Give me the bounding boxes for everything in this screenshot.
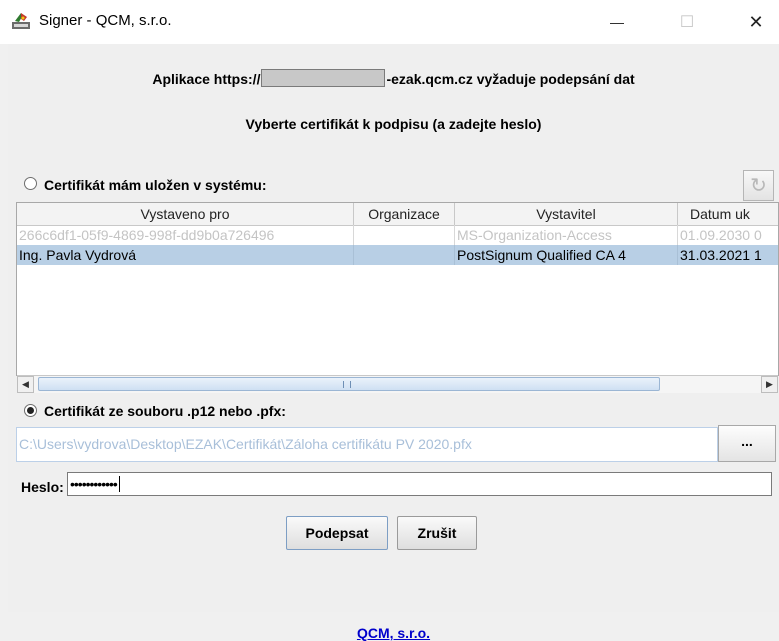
close-button[interactable]: ✕ <box>733 0 779 44</box>
instruction-text: Vyberte certifikát k podpisu (a zadejte … <box>245 116 542 132</box>
app-url-suffix: -ezak.qcm.cz vyžaduje podepsání dat <box>386 71 635 87</box>
cell-subject: Ing. Pavla Vydrová <box>17 245 354 265</box>
table-row[interactable]: 266c6df1-05f9-4869-998f-dd9b0a726496 MS-… <box>17 225 778 245</box>
file-cert-label: Certifikát ze souboru .p12 nebo .pfx: <box>44 403 286 419</box>
title-bar: Signer - QCM, s.r.o. — ☐ ✕ <box>0 0 779 44</box>
cell-subject: 266c6df1-05f9-4869-998f-dd9b0a726496 <box>17 225 354 245</box>
scrollbar-thumb[interactable] <box>38 377 660 391</box>
minimize-button[interactable]: — <box>594 0 640 44</box>
sign-button[interactable]: Podepsat <box>286 516 388 550</box>
cancel-button[interactable]: Zrušit <box>397 516 477 550</box>
redacted-hostname <box>261 69 386 87</box>
password-value: •••••••••••• <box>70 476 118 492</box>
scroll-right-button[interactable]: ▶ <box>761 376 778 393</box>
cell-organization <box>354 225 455 245</box>
file-cert-radio[interactable] <box>24 404 37 417</box>
footer: QCM, s.r.o. <box>8 625 779 641</box>
application-request-text: Aplikace https:// -ezak.qcm.cz vyžaduje p… <box>8 69 779 87</box>
system-cert-radio[interactable] <box>24 177 37 190</box>
cell-valid-date: 31.03.2021 1 <box>678 245 778 265</box>
cell-organization <box>354 245 455 265</box>
text-caret <box>118 476 120 492</box>
table-row-selected[interactable]: Ing. Pavla Vydrová PostSignum Qualified … <box>17 245 778 265</box>
refresh-button[interactable]: ↻ <box>743 170 774 201</box>
column-header-subject[interactable]: Vystaveno pro <box>17 203 354 225</box>
table-header: Vystaveno pro Organizace Vystavitel Datu… <box>17 203 778 226</box>
refresh-icon: ↻ <box>750 175 767 197</box>
cell-issuer: PostSignum Qualified CA 4 <box>455 245 678 265</box>
qcm-link[interactable]: QCM, s.r.o. <box>8 625 779 641</box>
column-header-issuer[interactable]: Vystavitel <box>455 203 678 225</box>
scroll-left-button[interactable]: ◀ <box>17 376 34 393</box>
column-header-valid-date[interactable]: Datum uk <box>678 203 778 225</box>
password-field[interactable]: •••••••••••• <box>67 472 772 496</box>
window-title: Signer - QCM, s.r.o. <box>39 12 172 29</box>
app-url-prefix: Aplikace https:// <box>152 71 261 87</box>
system-cert-label: Certifikát mám uložen v systému: <box>44 177 267 193</box>
browse-file-button[interactable]: ... <box>718 425 776 462</box>
column-header-organization[interactable]: Organizace <box>354 203 455 225</box>
close-icon: ✕ <box>748 11 764 32</box>
certificate-table[interactable]: Vystaveno pro Organizace Vystavitel Datu… <box>16 202 779 376</box>
cell-issuer: MS-Organization-Access <box>455 225 678 245</box>
scrollbar-grip-icon <box>343 381 351 388</box>
signer-app-icon <box>12 13 30 29</box>
signer-dialog: Aplikace https:// -ezak.qcm.cz vyžaduje p… <box>8 44 779 641</box>
scroll-left-icon: ◀ <box>22 379 29 389</box>
table-horizontal-scrollbar[interactable]: ◀ ▶ <box>17 375 778 393</box>
minimize-icon: — <box>610 14 624 30</box>
password-label: Heslo: <box>21 479 64 495</box>
cell-valid-date: 01.09.2030 0 <box>678 225 778 245</box>
maximize-icon: ☐ <box>679 14 695 31</box>
scroll-right-icon: ▶ <box>766 379 773 389</box>
certificate-file-path-field[interactable]: C:\Users\vydrova\Desktop\EZAK\Certifikát… <box>16 427 718 462</box>
maximize-button[interactable]: ☐ <box>664 0 710 44</box>
